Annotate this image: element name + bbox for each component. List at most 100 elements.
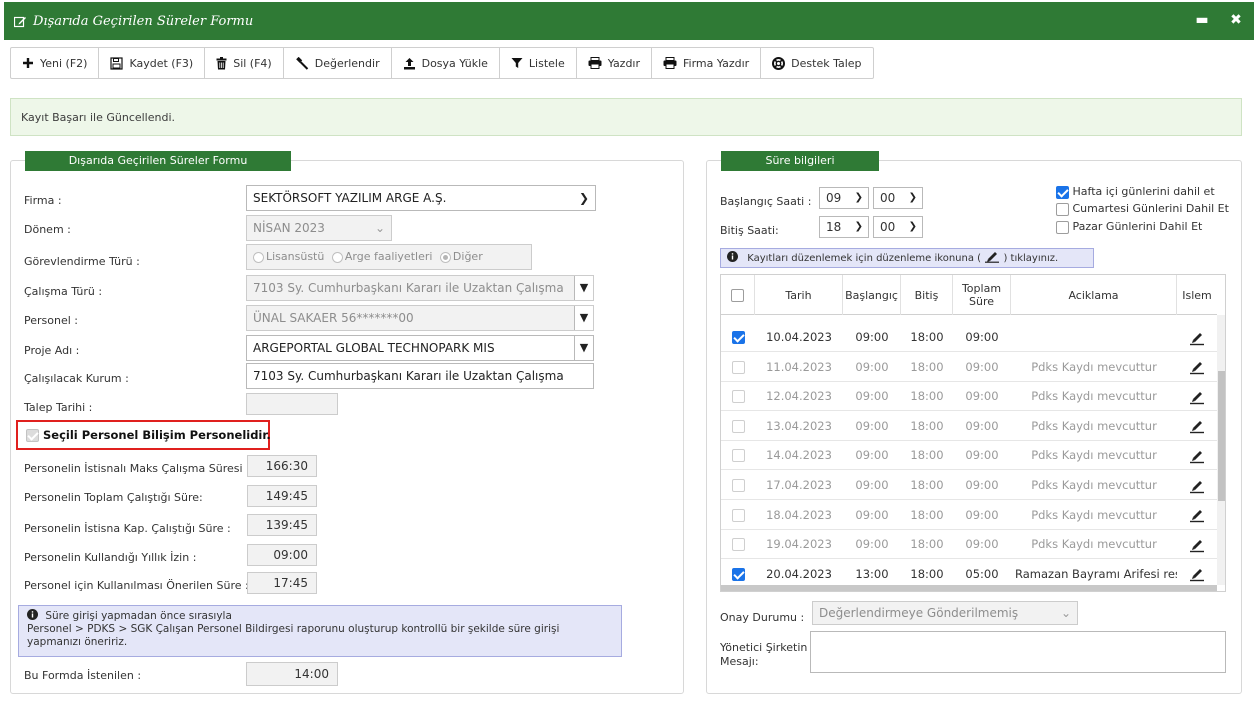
table-row[interactable]: 12.04.2023 09:00 18:00 09:00 Pdks Kaydı mevc… <box>721 382 1217 412</box>
donem-select[interactable]: NİSAN 2023 ⌄ <box>246 215 392 241</box>
row-edit-button[interactable] <box>1177 323 1217 352</box>
cell-baslangic: 09:00 <box>855 537 889 552</box>
close-button[interactable]: ✖ <box>1226 12 1246 30</box>
row-edit-button[interactable] <box>1177 501 1217 530</box>
bilisim-checkbox[interactable] <box>26 429 39 442</box>
row-edit-button[interactable] <box>1177 412 1217 441</box>
table-row[interactable]: 17.04.2023 09:00 18:00 09:00 Pdks Kaydı mevc… <box>721 471 1217 500</box>
bilisim-checkbox-row[interactable]: Seçili Personel Bilişim Personelidir. <box>26 428 271 442</box>
col-toplam[interactable]: Toplam Süre <box>953 275 1011 315</box>
firma-value: SEKTÖRSOFT YAZILIM ARGE A.Ş. <box>253 191 447 205</box>
cumartesi-checkbox[interactable] <box>1056 202 1069 216</box>
row-select-cell <box>721 471 755 500</box>
proje-select[interactable]: ARGEPORTAL GLOBAL TECHNOPARK MIS ▼ <box>246 335 594 361</box>
select-all-checkbox[interactable] <box>731 288 744 302</box>
calisma-turu-select[interactable]: 7103 Sy. Cumhurbaşkanı Kararı ile Uzakta… <box>246 275 594 301</box>
yonetici-mesaj-textarea[interactable] <box>810 631 1226 673</box>
baslangic-min-select[interactable]: 00 ❯ <box>873 187 923 209</box>
delete-button[interactable]: Sil (F4) <box>205 47 284 79</box>
info-icon <box>727 251 738 262</box>
list-button[interactable]: Listele <box>499 47 577 79</box>
grid-vertical-scrollbar[interactable] <box>1217 315 1225 585</box>
kurum-input[interactable]: 7103 Sy. Cumhurbaşkanı Kararı ile Uzakta… <box>246 363 594 389</box>
row-checkbox[interactable] <box>731 567 745 581</box>
col-aciklama[interactable]: Aciklama <box>1011 275 1177 315</box>
table-row[interactable]: 10.04.2023 09:00 18:00 09:00 <box>721 323 1217 352</box>
col-tarih[interactable]: Tarih <box>755 275 843 315</box>
table-row[interactable]: 19.04.2023 09:00 18:00 09:00 Pdks Kaydı mevc… <box>721 530 1217 560</box>
cell-aciklama: Pdks Kaydı mevcuttur <box>1031 478 1157 492</box>
lisansustu-radio[interactable] <box>253 251 264 263</box>
bitis-min-select[interactable]: 00 ❯ <box>873 216 923 238</box>
istenilen-value: 14:00 <box>246 662 338 686</box>
row-checkbox[interactable] <box>731 360 745 374</box>
caret-down-icon: ▼ <box>574 306 593 330</box>
talep-date-input[interactable] <box>246 393 338 415</box>
pencil-icon <box>1190 480 1204 493</box>
pazar-row[interactable]: Pazar Günlerini Dahil Et <box>1056 220 1202 234</box>
cell-aciklama: Pdks Kaydı mevcuttur <box>1031 448 1157 463</box>
firma-select[interactable]: SEKTÖRSOFT YAZILIM ARGE A.Ş. ❯ <box>246 185 596 211</box>
grid-scroll-thumb[interactable] <box>1218 371 1225 501</box>
cell-aciklama: Pdks Kaydı mevcuttur <box>1031 537 1157 552</box>
grid-horizontal-scrollbar[interactable] <box>721 585 1217 591</box>
save-button[interactable]: Kaydet (F3) <box>99 47 206 79</box>
cumartesi-row[interactable]: Cumartesi Günlerini Dahil Et <box>1056 202 1229 216</box>
row-edit-button[interactable] <box>1177 382 1217 411</box>
hafta-ici-row[interactable]: Hafta içi günlerini dahil et <box>1056 185 1215 199</box>
minimize-button[interactable]: ▬ <box>1192 12 1212 30</box>
printer-icon <box>588 57 602 69</box>
kurum-value: 7103 Sy. Cumhurbaşkanı Kararı ile Uzakta… <box>253 369 564 383</box>
onay-select[interactable]: Değerlendirmeye Gönderilmemiş ⌄ <box>812 601 1078 625</box>
row-checkbox[interactable] <box>731 479 745 492</box>
row-edit-button[interactable] <box>1177 441 1217 470</box>
info-icon <box>27 609 38 620</box>
bitis-min-value: 00 <box>880 220 896 234</box>
row-select-cell <box>721 353 755 382</box>
table-row[interactable]: 14.04.2023 09:00 18:00 09:00 Pdks Kaydı mevc… <box>721 441 1217 471</box>
pencil-icon <box>1190 421 1204 434</box>
istisna-kap-value: 139:45 <box>247 514 317 536</box>
support-button-label: Destek Talep <box>791 56 862 70</box>
personel-select[interactable]: ÜNAL SAKAER 56*******00 ▼ <box>246 305 594 331</box>
cell-bitis: 18:00 <box>910 389 944 404</box>
caret-down-icon: ▼ <box>574 276 593 300</box>
talep-label: Talep Tarihi : <box>24 401 93 414</box>
arge-radio[interactable] <box>331 251 343 263</box>
row-checkbox[interactable] <box>731 449 745 463</box>
cell-baslangic: 09:00 <box>855 507 889 522</box>
evaluate-button[interactable]: Değerlendir <box>283 47 392 79</box>
pazar-checkbox[interactable] <box>1056 220 1069 234</box>
row-edit-button[interactable] <box>1177 353 1217 382</box>
row-checkbox[interactable] <box>731 419 745 433</box>
baslangic-hour-select[interactable]: 09 ❯ <box>819 187 869 209</box>
row-checkbox[interactable] <box>731 390 745 404</box>
print-button[interactable]: Yazdır <box>576 47 653 79</box>
col-bitis[interactable]: Bitiş <box>901 275 953 315</box>
row-checkbox[interactable] <box>731 538 745 552</box>
row-edit-button[interactable] <box>1177 471 1217 500</box>
chevron-down-icon: ❯ <box>854 221 863 232</box>
table-row[interactable]: 18.04.2023 09:00 18:00 09:00 Pdks Kaydı mevc… <box>721 501 1217 530</box>
istisnali-value: 166:30 <box>247 455 317 477</box>
onay-value: Değerlendirmeye Gönderilmemiş <box>819 606 1019 620</box>
bitis-hour-select[interactable]: 18 ❯ <box>819 216 869 238</box>
diger-radio[interactable] <box>439 251 451 263</box>
cell-tarih: 19.04.2023 <box>766 537 832 552</box>
onerilen-label: Personel için Kullanılması Önerilen Süre… <box>24 579 249 592</box>
row-checkbox[interactable] <box>731 508 745 522</box>
window-title: Dışarıda Geçirilen Süreler Formu <box>14 14 253 29</box>
col-islem[interactable]: Islem <box>1177 275 1217 315</box>
new-button[interactable]: Yeni (F2) <box>10 47 100 79</box>
col-baslangic[interactable]: Başlangıç <box>843 275 901 315</box>
table-row[interactable]: 13.04.2023 09:00 18:00 09:00 Pdks Kaydı mevc… <box>721 412 1217 441</box>
cell-toplam: 09:00 <box>965 418 999 433</box>
row-edit-button[interactable] <box>1177 530 1217 559</box>
company-print-button[interactable]: Firma Yazdır <box>652 47 762 79</box>
hafta-ici-checkbox[interactable] <box>1056 185 1069 199</box>
cell-baslangic: 09:00 <box>855 418 889 433</box>
support-button[interactable]: Destek Talep <box>761 47 874 79</box>
table-row[interactable]: 11.04.2023 09:00 18:00 09:00 Pdks Kaydı mevc… <box>721 353 1217 382</box>
row-checkbox[interactable] <box>731 331 745 344</box>
upload-button[interactable]: Dosya Yükle <box>391 47 500 79</box>
